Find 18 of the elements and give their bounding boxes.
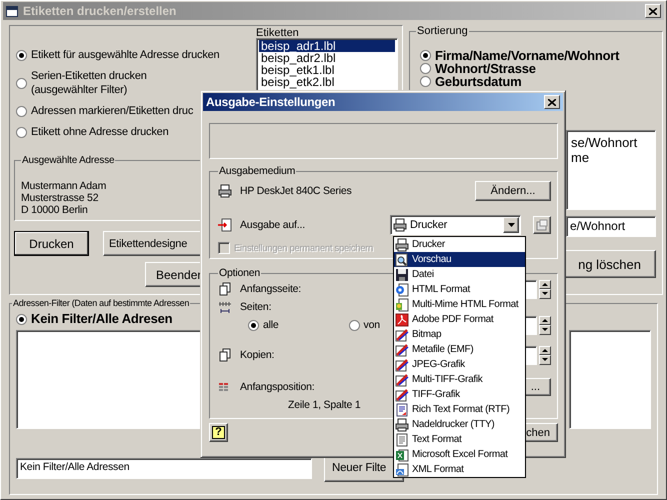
group-title: Sortierung <box>416 25 469 37</box>
group-title: Optionen <box>218 267 262 279</box>
dialog-title: Ausgabe-Einstellungen <box>206 95 336 109</box>
group-title: Ausgabemedium <box>218 165 296 177</box>
group-title: Adressen-Filter (Daten auf bestimmte Adressen <box>12 298 190 308</box>
address-line: D 10000 Berlin <box>21 204 88 216</box>
start-position-label: Anfangsposition: <box>240 381 314 393</box>
output-label: Ausgabe auf... <box>240 219 305 231</box>
address-line: Mustermann Adam <box>21 180 106 192</box>
start-page-label: Anfangsseite: <box>240 283 302 295</box>
copies-label: Kopien: <box>240 349 274 361</box>
window-title: Etiketten drucken/erstellen <box>23 4 178 18</box>
start-position-value: Zeile 1, Spalte 1 <box>288 399 360 411</box>
pages-label: Seiten: <box>240 301 272 313</box>
list-title: Etiketten <box>256 28 299 38</box>
group-title: Ausgewählte Adresse <box>21 155 116 166</box>
printer-name: HP DeskJet 840C Series <box>240 185 352 197</box>
address-line: Musterstrasse 52 <box>21 192 98 204</box>
